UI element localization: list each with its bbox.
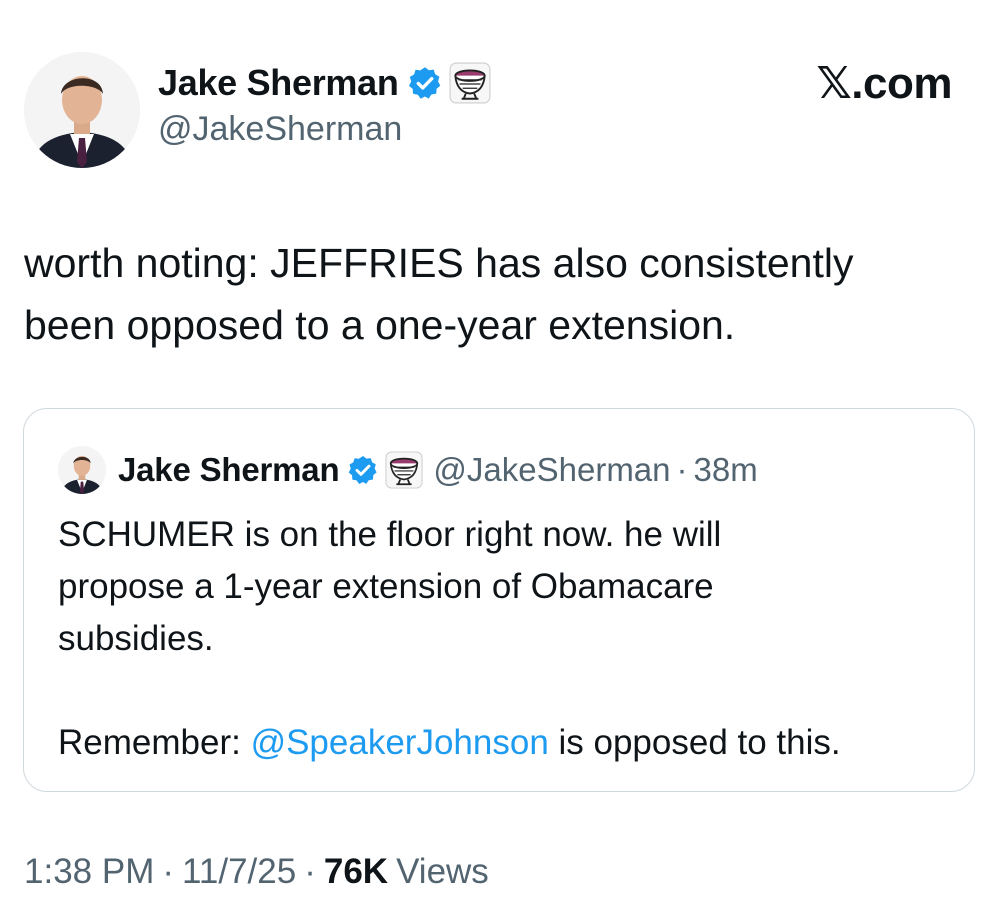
site-label-text: .com [851, 59, 952, 108]
quoted-tweet-line: subsidies. [58, 619, 214, 658]
quoted-author-handle: @JakeSherman [433, 451, 671, 488]
views-count: 76K [323, 852, 389, 891]
verified-badge-icon [349, 456, 378, 484]
separator-dot: · [676, 451, 688, 488]
views-label: Views [396, 852, 489, 891]
tweet-meta: 1:38 PM · 11/7/25 · 76K Views [24, 852, 489, 892]
quoted-author-avatar [58, 446, 106, 494]
pot-emoji-icon [385, 451, 423, 489]
tweet-date[interactable]: 11/7/25 [182, 852, 296, 892]
separator-dot: · [162, 852, 175, 891]
author-name-row: Jake Sherman [158, 58, 491, 108]
quoted-tweet-line: propose a 1-year extension of Obamacare [58, 567, 714, 606]
quoted-tweet-line: SCHUMER is on the floor right now. he wi… [58, 515, 722, 554]
author-handle[interactable]: @JakeSherman [158, 110, 402, 149]
quoted-author-name: Jake Sherman [118, 451, 340, 488]
avatar-photo [24, 52, 140, 168]
quoted-tweet-header: Jake Sherman @JakeSherman · 38m [58, 445, 758, 495]
site-label: 𝕏.com [816, 58, 952, 109]
tweet-text-line: worth noting: JEFFRIES has also consiste… [24, 240, 854, 286]
remember-prefix: Remember: [58, 723, 251, 762]
verified-badge-icon [408, 67, 440, 99]
author-avatar[interactable] [24, 52, 140, 168]
avatar-photo [58, 446, 106, 494]
mention-link[interactable]: @SpeakerJohnson [251, 723, 549, 762]
remember-suffix: is opposed to this. [548, 723, 841, 762]
quoted-tweet-remember-line: Remember: @SpeakerJohnson is opposed to … [58, 717, 938, 769]
tweet-time[interactable]: 1:38 PM [24, 852, 154, 892]
pot-emoji-icon [449, 62, 491, 104]
author-name[interactable]: Jake Sherman [158, 62, 399, 104]
quoted-tweet-time: 38m [693, 451, 758, 488]
quoted-tweet-card[interactable]: Jake Sherman @JakeSherman · 38m SCHUMER … [23, 408, 975, 792]
tweet-text-line: been opposed to a one-year extension. [24, 302, 736, 348]
tweet-text: worth noting: JEFFRIES has also consiste… [24, 232, 974, 356]
quoted-tweet-body: SCHUMER is on the floor right now. he wi… [58, 509, 938, 769]
x-logo-icon: 𝕏 [816, 58, 852, 109]
separator-dot: · [304, 852, 316, 891]
